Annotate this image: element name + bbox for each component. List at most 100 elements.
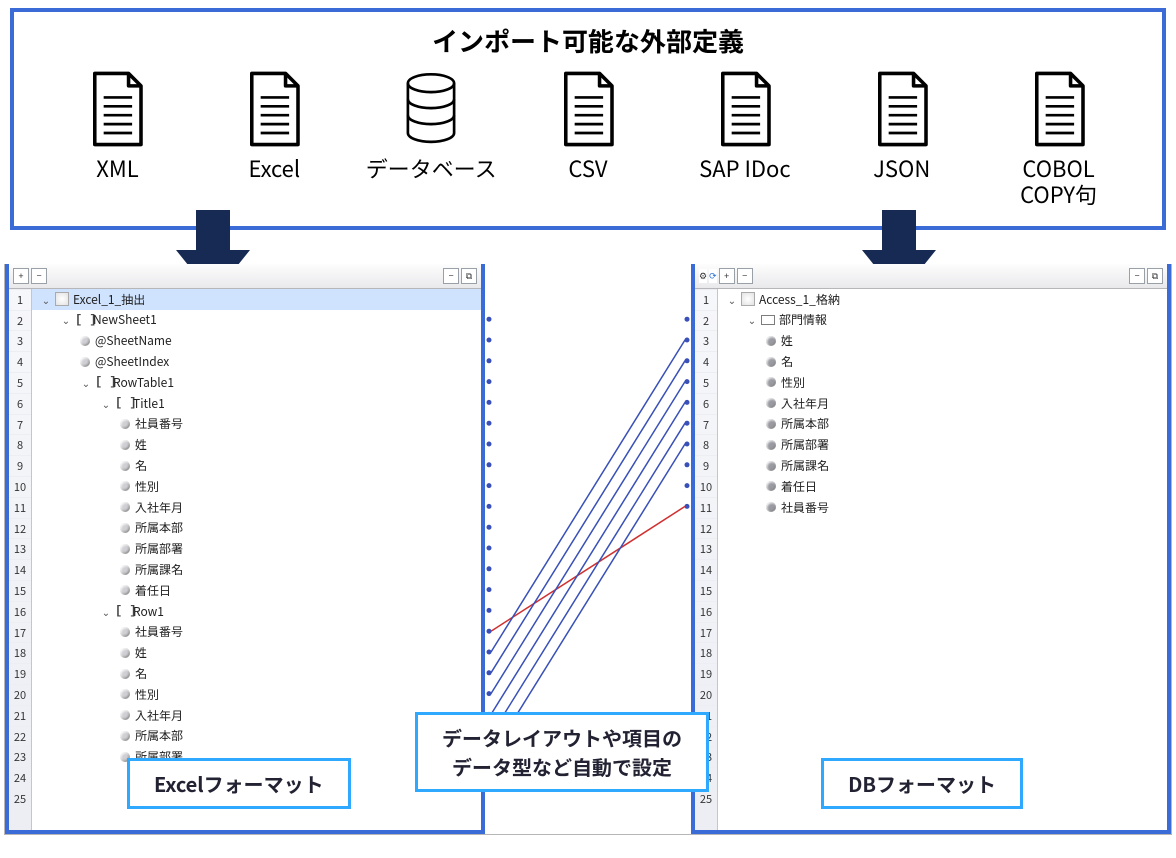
source-tree[interactable]: ⌄Excel_1_抽出⌄[ ]NewSheet1@SheetName @Sheet…: [32, 289, 481, 830]
field-icon: [80, 336, 90, 346]
tree-row[interactable]: 所属本部: [32, 518, 481, 539]
expand-toggle-icon[interactable]: ⌄: [60, 314, 72, 326]
def-label: データベース: [366, 155, 497, 181]
tree-row[interactable]: 社員番号: [32, 414, 481, 435]
collapse-panel-button[interactable]: −: [1129, 268, 1145, 284]
expand-toggle-icon[interactable]: ⌄: [100, 605, 112, 617]
tree-label: 名: [135, 665, 147, 682]
group-icon: [ ]: [115, 604, 129, 618]
tree-label: 性別: [781, 374, 805, 391]
tree-row[interactable]: 所属課名: [718, 455, 1167, 476]
tree-row[interactable]: 性別: [718, 372, 1167, 393]
root-icon: [741, 292, 755, 306]
tree-row[interactable]: 着任日: [718, 476, 1167, 497]
tree-row[interactable]: 性別: [32, 476, 481, 497]
collapse-all-button[interactable]: −: [31, 268, 47, 284]
field-icon: [120, 523, 130, 533]
refresh-icon[interactable]: ⟳: [709, 269, 717, 283]
tree-label: 部門情報: [779, 311, 827, 328]
expand-toggle-icon[interactable]: ⌄: [80, 376, 92, 388]
tree-row[interactable]: ⌄[ ] Row1: [32, 601, 481, 622]
tree-row[interactable]: ⌄[ ] Title1: [32, 393, 481, 414]
expand-all-button[interactable]: +: [719, 268, 735, 284]
group-icon: [ ]: [75, 313, 89, 327]
tree-label: 所属本部: [135, 519, 183, 536]
target-toolbar: ⚙ ⟳ + − − ⧉: [695, 264, 1167, 289]
field-icon: [120, 440, 130, 450]
tree-label: 性別: [135, 686, 159, 703]
source-gutter: 1234567891011121314151617181920212223242…: [9, 289, 32, 830]
tree-row[interactable]: ⌄[ ] RowTable1: [32, 372, 481, 393]
tree-row[interactable]: 社員番号: [718, 497, 1167, 518]
tree-label: 姓: [135, 644, 147, 661]
tree-row[interactable]: 姓: [32, 434, 481, 455]
tree-row[interactable]: 姓: [718, 330, 1167, 351]
tree-row[interactable]: 所属課名: [32, 559, 481, 580]
collapse-panel-button[interactable]: −: [443, 268, 459, 284]
tree-row[interactable]: ⌄[ ]NewSheet1: [32, 310, 481, 331]
target-tree[interactable]: ⌄Access_1_格納⌄部門情報姓名性別入社年月所属本部所属部署所属課名着任日…: [718, 289, 1167, 830]
popout-button[interactable]: ⧉: [1147, 268, 1163, 284]
root-icon: [55, 292, 69, 306]
field-icon: [766, 357, 776, 367]
tree-label: Row1: [133, 603, 164, 620]
callout-line: データレイアウトや項目の: [442, 723, 682, 752]
tree-label: 姓: [135, 436, 147, 453]
field-icon: [120, 648, 130, 658]
tree-row[interactable]: 性別: [32, 684, 481, 705]
source-toolbar: + − − ⧉: [9, 264, 481, 289]
tree-row[interactable]: 入社年月: [32, 497, 481, 518]
tree-row[interactable]: ⌄ 部門情報: [718, 310, 1167, 331]
field-icon: [120, 627, 130, 637]
field-icon: [766, 336, 776, 346]
tree-row[interactable]: 入社年月: [718, 393, 1167, 414]
tree-label: 所属部署: [781, 436, 829, 453]
def-label: Excel: [248, 155, 300, 181]
tree-label: 性別: [135, 478, 159, 495]
field-icon: [80, 357, 90, 367]
tree-row[interactable]: 所属本部: [32, 726, 481, 747]
tree-row[interactable]: 所属部署: [32, 538, 481, 559]
field-icon: [766, 461, 776, 471]
callout-line: データ型など自動で設定: [442, 752, 682, 781]
tree-label: 着任日: [135, 582, 171, 599]
tree-row[interactable]: 社員番号: [32, 622, 481, 643]
tree-row[interactable]: @SheetName: [32, 330, 481, 351]
tree-row[interactable]: ⌄Excel_1_抽出: [32, 289, 481, 310]
expand-toggle-icon[interactable]: ⌄: [726, 293, 738, 305]
field-icon: [120, 419, 130, 429]
tree-row[interactable]: 名: [718, 351, 1167, 372]
tree-label: @SheetName: [95, 332, 172, 349]
expand-toggle-icon[interactable]: ⌄: [746, 314, 758, 326]
tree-row[interactable]: 所属部署: [718, 434, 1167, 455]
tree-row[interactable]: @SheetIndex: [32, 351, 481, 372]
collapse-all-button[interactable]: −: [737, 268, 753, 284]
tree-row[interactable]: 名: [32, 455, 481, 476]
expand-all-button[interactable]: +: [13, 268, 29, 284]
tree-label: 社員番号: [135, 415, 183, 432]
tree-label: 所属本部: [781, 415, 829, 432]
tree-row[interactable]: ⌄Access_1_格納: [718, 289, 1167, 310]
tree-row[interactable]: 名: [32, 663, 481, 684]
expand-toggle-icon[interactable]: ⌄: [40, 293, 52, 305]
import-title: インポート可能な外部定義: [44, 22, 1132, 59]
expand-toggle-icon[interactable]: ⌄: [100, 397, 112, 409]
tree-row[interactable]: 姓: [32, 642, 481, 663]
def-item-6: COBOLCOPY句: [985, 69, 1132, 208]
field-icon: [120, 669, 130, 679]
tree-label: RowTable1: [113, 374, 174, 391]
tree-label: 所属課名: [781, 457, 829, 474]
popout-button[interactable]: ⧉: [461, 268, 477, 284]
filter-icon[interactable]: ⚙: [699, 269, 707, 283]
tree-row[interactable]: 所属本部: [718, 414, 1167, 435]
group-icon: [ ]: [95, 375, 109, 389]
def-item-1: Excel: [201, 69, 348, 181]
tree-row[interactable]: 着任日: [32, 580, 481, 601]
group-icon: [ ]: [115, 396, 129, 410]
target-tree-panel: ⚙ ⟳ + − − ⧉ 1234567891011121314151617181…: [691, 264, 1171, 834]
mapping-area: + − − ⧉ 12345678910111213141516171819202…: [4, 264, 1172, 835]
tree-label: 社員番号: [135, 623, 183, 640]
def-item-0: XML: [44, 69, 191, 181]
tree-label: Title1: [133, 395, 165, 412]
tree-row[interactable]: 入社年月: [32, 705, 481, 726]
